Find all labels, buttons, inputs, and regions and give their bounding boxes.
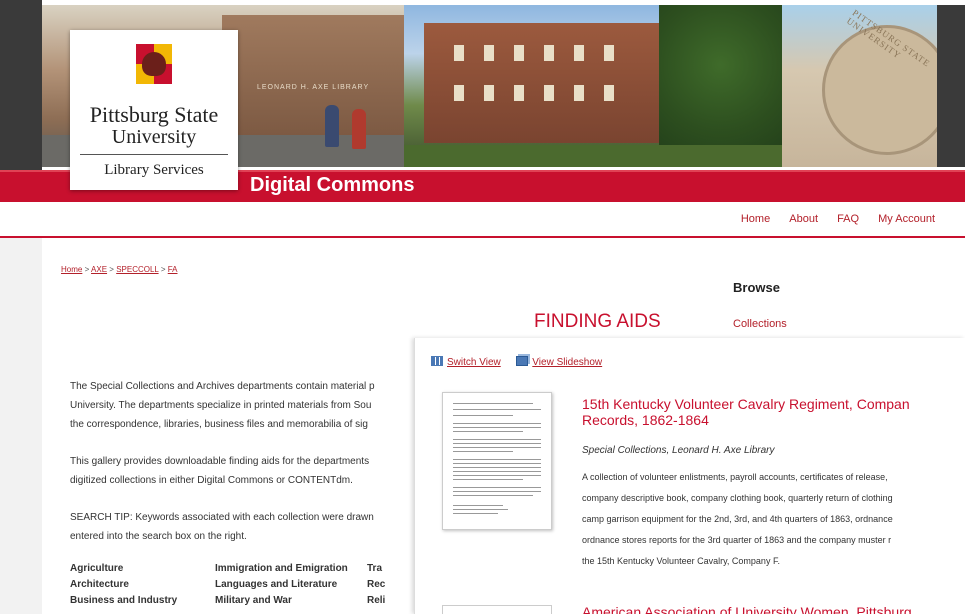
banner-edge-right xyxy=(937,5,965,167)
item-description-line: company descriptive book, company clothi… xyxy=(582,493,893,503)
logo-text-university: University xyxy=(111,126,197,148)
category-link[interactable]: Architecture xyxy=(70,579,129,590)
view-toolbar: Switch View View Slideshow xyxy=(431,356,602,368)
sidebar-item-collections[interactable]: Collections xyxy=(733,318,787,330)
item-title-line: 15th Kentucky Volunteer Cavalry Regiment… xyxy=(582,396,910,412)
grid-view-icon[interactable] xyxy=(431,356,443,366)
hall-window xyxy=(604,85,614,101)
hall-window xyxy=(484,85,494,101)
banner-edge-left xyxy=(0,0,42,170)
gallery-text-line: This gallery provides downloadable findi… xyxy=(70,456,370,467)
breadcrumb-separator: > xyxy=(160,265,166,274)
site-banner: LEONARD H. AXE LIBRARY PITTSBURG STATE U… xyxy=(0,0,965,205)
library-building xyxy=(222,15,404,135)
page-title: FINDING AIDS xyxy=(534,311,661,332)
university-seal-photo: PITTSBURG STATE UNIVERSITY xyxy=(782,5,937,167)
breadcrumb-axe[interactable]: AXE xyxy=(91,265,107,274)
nav-home-link[interactable]: Home xyxy=(741,213,770,225)
lawn xyxy=(404,145,782,167)
hall-window xyxy=(604,45,614,61)
gallery-text-line: digitized collections in either Digital … xyxy=(70,475,353,486)
category-link[interactable]: Reli xyxy=(367,595,385,606)
category-link[interactable]: Tra xyxy=(367,563,382,574)
hall-window xyxy=(544,45,554,61)
hall-window xyxy=(454,85,464,101)
left-gutter xyxy=(0,238,42,614)
breadcrumb-separator: > xyxy=(109,265,114,274)
breadcrumb: Home > AXE > SPECCOLL > FA xyxy=(61,265,178,274)
item-title-line: Records, 1862-1864 xyxy=(582,412,709,428)
search-tip-line: entered into the search box on the right… xyxy=(70,531,247,542)
library-sign: LEONARD H. AXE LIBRARY xyxy=(257,84,370,91)
slideshow-icon[interactable] xyxy=(516,356,529,366)
item-title-link[interactable]: American Association of University Women… xyxy=(582,604,965,614)
hall-window xyxy=(454,45,464,61)
search-tip-line: SEARCH TIP: Keywords associated with eac… xyxy=(70,512,374,523)
student-figure xyxy=(352,109,366,149)
hall-window xyxy=(484,45,494,61)
view-slideshow-link[interactable]: View Slideshow xyxy=(532,357,602,368)
site-title[interactable]: Digital Commons xyxy=(250,174,414,197)
item-description-line: ordnance stores reports for the 3rd quar… xyxy=(582,535,892,545)
category-link[interactable]: Agriculture xyxy=(70,563,123,574)
hall-window xyxy=(574,45,584,61)
breadcrumb-speccoll[interactable]: SPECCOLL xyxy=(116,265,158,274)
hall-window xyxy=(544,85,554,101)
item-source: Special Collections, Leonard H. Axe Libr… xyxy=(582,445,775,456)
student-figure xyxy=(325,105,339,147)
nav-my-account-link[interactable]: My Account xyxy=(878,213,935,225)
campus-hall-photo xyxy=(404,5,782,167)
gorilla-logo-icon xyxy=(136,44,172,84)
category-link[interactable]: Languages and Literature xyxy=(215,579,337,590)
item-description-line: camp garrison equipment for the 2nd, 3rd… xyxy=(582,514,893,524)
intro-text-line: the correspondence, libraries, business … xyxy=(70,419,368,430)
document-thumbnail[interactable] xyxy=(442,392,552,530)
breadcrumb-separator: > xyxy=(84,265,90,274)
breadcrumb-home[interactable]: Home xyxy=(61,265,82,274)
psu-logo[interactable]: Pittsburg State University Library Servi… xyxy=(70,30,238,190)
nav-about-link[interactable]: About xyxy=(789,213,818,225)
category-link[interactable]: Immigration and Emigration xyxy=(215,563,348,574)
breadcrumb-fa[interactable]: FA xyxy=(168,265,178,274)
hall-window xyxy=(574,85,584,101)
hall-window xyxy=(514,85,524,101)
nav-divider xyxy=(0,236,965,238)
intro-text-line: The Special Collections and Archives dep… xyxy=(70,381,375,392)
item-description-line: the 15th Kentucky Volunteer Cavalry, Com… xyxy=(582,556,780,566)
top-nav: Home About FAQ My Account xyxy=(725,213,935,225)
logo-text-library-services: Library Services xyxy=(104,162,204,178)
document-thumbnail[interactable] xyxy=(442,605,552,614)
intro-text-line: University. The departments specialize i… xyxy=(70,400,372,411)
item-title-link[interactable]: 15th Kentucky Volunteer Cavalry Regiment… xyxy=(582,396,965,428)
category-link[interactable]: Business and Industry xyxy=(70,595,177,606)
campus-hall xyxy=(424,23,674,143)
item-description-line: A collection of volunteer enlistments, p… xyxy=(582,472,888,482)
logo-text-pittsburg-state: Pittsburg State xyxy=(89,102,219,127)
browse-heading: Browse xyxy=(733,280,780,295)
switch-view-link[interactable]: Switch View xyxy=(447,357,501,368)
category-link[interactable]: Rec xyxy=(367,579,385,590)
logo-divider xyxy=(80,154,228,155)
hall-window xyxy=(514,45,524,61)
category-link[interactable]: Military and War xyxy=(215,595,292,606)
gallery-overlay: Switch View View Slideshow 15th Kentucky… xyxy=(414,338,965,614)
nav-faq-link[interactable]: FAQ xyxy=(837,213,859,225)
tree xyxy=(659,5,782,155)
